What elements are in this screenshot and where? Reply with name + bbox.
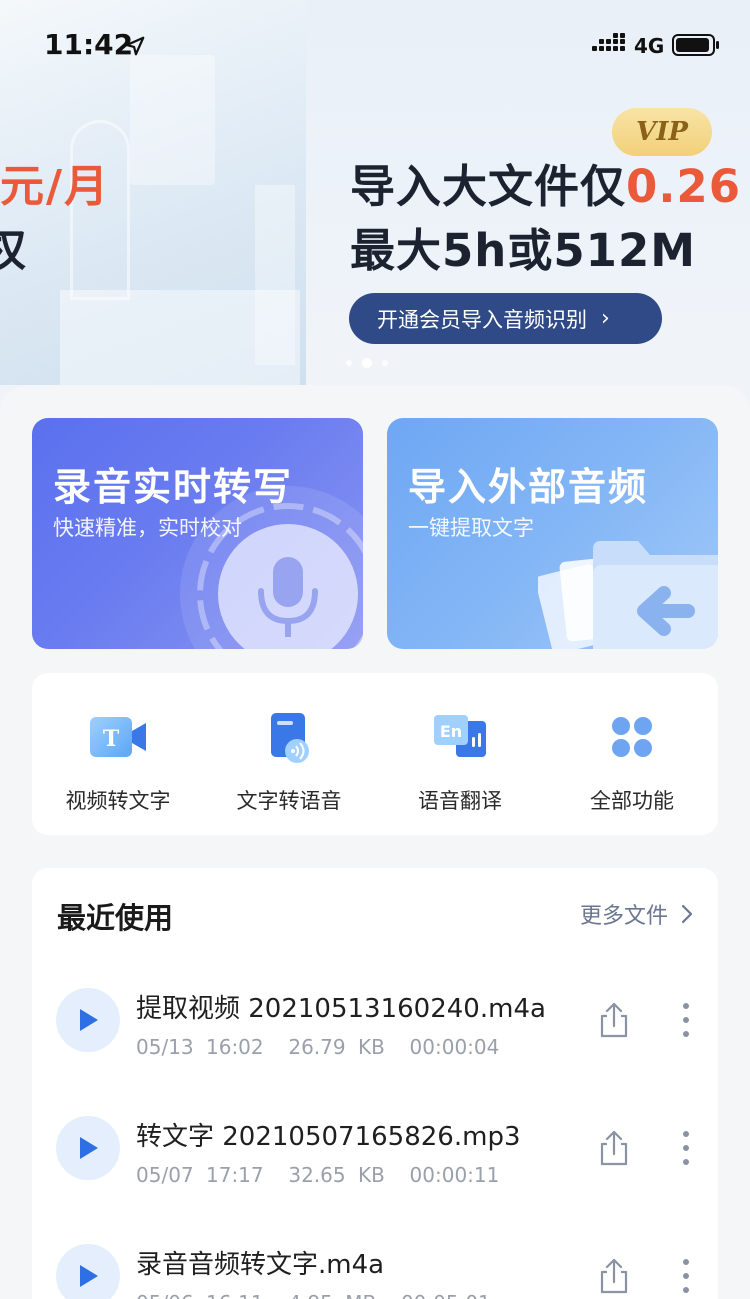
location-arrow-icon: [125, 36, 145, 56]
play-button[interactable]: [56, 988, 120, 1052]
video-to-text-icon: T: [90, 717, 146, 757]
play-icon: [80, 1137, 98, 1159]
banner-title-line2: 最大5h或512M: [350, 224, 697, 277]
file-meta: 05/07 17:17 32.65 KB 00:00:11: [136, 1163, 499, 1187]
recent-file-row[interactable]: 转文字 20210507165826.mp3 05/07 17:17 32.65…: [32, 1096, 718, 1224]
file-duration: 00:00:11: [409, 1163, 500, 1187]
voice-translate-icon: En: [434, 715, 486, 757]
pagination-dot-active: [362, 358, 372, 368]
more-options-icon[interactable]: [676, 1128, 696, 1168]
file-meta: 05/13 16:02 26.79 KB 00:00:04: [136, 1035, 499, 1059]
file-date: 05/06 16:11: [136, 1291, 264, 1299]
tools-panel: T 视频转文字 文字转语音 En 语音翻译 全部功能: [32, 673, 718, 835]
file-name: 提取视频 20210513160240.m4a: [136, 994, 546, 1024]
more-files-link[interactable]: 更多文件: [580, 898, 694, 930]
tool-all-features[interactable]: 全部功能: [546, 673, 718, 835]
folder-import-icon: [538, 541, 718, 649]
tool-label: 全部功能: [590, 789, 674, 813]
play-icon: [80, 1009, 98, 1031]
chevron-right-icon: [681, 904, 693, 924]
import-audio-subtitle: 一键提取文字: [408, 516, 534, 540]
file-name: 录音音频转文字.m4a: [136, 1250, 385, 1280]
battery-icon: [672, 34, 719, 56]
file-date: 05/13 16:02: [136, 1035, 264, 1059]
share-icon[interactable]: [594, 1128, 634, 1168]
tool-video-to-text[interactable]: T 视频转文字: [32, 673, 204, 835]
status-time: 11:42: [44, 28, 134, 61]
share-icon[interactable]: [594, 1000, 634, 1040]
previous-slide-benefit-text: 权: [0, 225, 26, 276]
more-options-icon[interactable]: [676, 1000, 696, 1040]
more-options-icon[interactable]: [676, 1256, 696, 1296]
tool-label: 文字转语音: [236, 789, 342, 813]
import-audio-card[interactable]: 导入外部音频 一键提取文字: [387, 418, 718, 649]
status-bar: 11:42 4G: [0, 0, 750, 90]
tool-label: 语音翻译: [418, 789, 502, 813]
share-icon[interactable]: [594, 1256, 634, 1296]
recent-section-title: 最近使用: [57, 901, 174, 935]
file-size: 32.65 KB: [288, 1163, 385, 1187]
pagination-dot: [346, 360, 352, 366]
file-size: 4.95 MB: [288, 1291, 376, 1299]
vip-subscribe-label: 开通会员导入音频识别: [377, 307, 587, 332]
previous-slide-price-text: 元/月: [0, 161, 111, 212]
vip-badge: VIP: [612, 108, 712, 156]
pagination-dot: [382, 360, 388, 366]
recent-file-row[interactable]: 提取视频 20210513160240.m4a 05/13 16:02 26.7…: [32, 968, 718, 1096]
recent-files-panel: 最近使用 更多文件 提取视频 20210513160240.m4a 05/13 …: [32, 868, 718, 1299]
vip-subscribe-button[interactable]: 开通会员导入音频识别 ›: [349, 293, 662, 344]
more-files-label: 更多文件: [579, 904, 668, 929]
play-button[interactable]: [56, 1116, 120, 1180]
file-date: 05/07 17:17: [136, 1163, 264, 1187]
all-features-icon: [612, 717, 652, 757]
svg-text:En: En: [440, 722, 462, 741]
play-button[interactable]: [56, 1244, 120, 1299]
tool-voice-translate[interactable]: En 语音翻译: [374, 673, 546, 835]
import-audio-title: 导入外部音频: [408, 465, 649, 509]
microphone-icon: [180, 486, 363, 649]
tool-label: 视频转文字: [65, 789, 171, 813]
banner-price-highlight: 0.26: [626, 160, 742, 213]
svg-text:T: T: [103, 726, 120, 752]
tool-text-to-speech[interactable]: 文字转语音: [203, 673, 375, 835]
realtime-transcribe-card[interactable]: 录音实时转写 快速精准，实时校对: [32, 418, 363, 649]
banner-pagination: [346, 358, 388, 368]
file-duration: 00:00:04: [409, 1035, 500, 1059]
recent-file-row[interactable]: 录音音频转文字.m4a 05/06 16:11 4.95 MB 00:05:01: [32, 1224, 718, 1299]
network-type: 4G: [634, 34, 665, 58]
file-meta: 05/06 16:11 4.95 MB 00:05:01: [136, 1291, 491, 1299]
banner-title-line1: 导入大文件仅0.26: [350, 150, 741, 215]
banner-title-prefix: 导入大文件仅: [350, 160, 627, 213]
signal-strength-icon: [592, 33, 625, 51]
file-size: 26.79 KB: [288, 1035, 385, 1059]
file-name: 转文字 20210507165826.mp3: [136, 1122, 521, 1152]
play-icon: [80, 1265, 98, 1287]
chevron-right-icon: ›: [601, 306, 610, 331]
text-to-speech-icon: [271, 713, 309, 763]
file-duration: 00:05:01: [401, 1291, 491, 1299]
